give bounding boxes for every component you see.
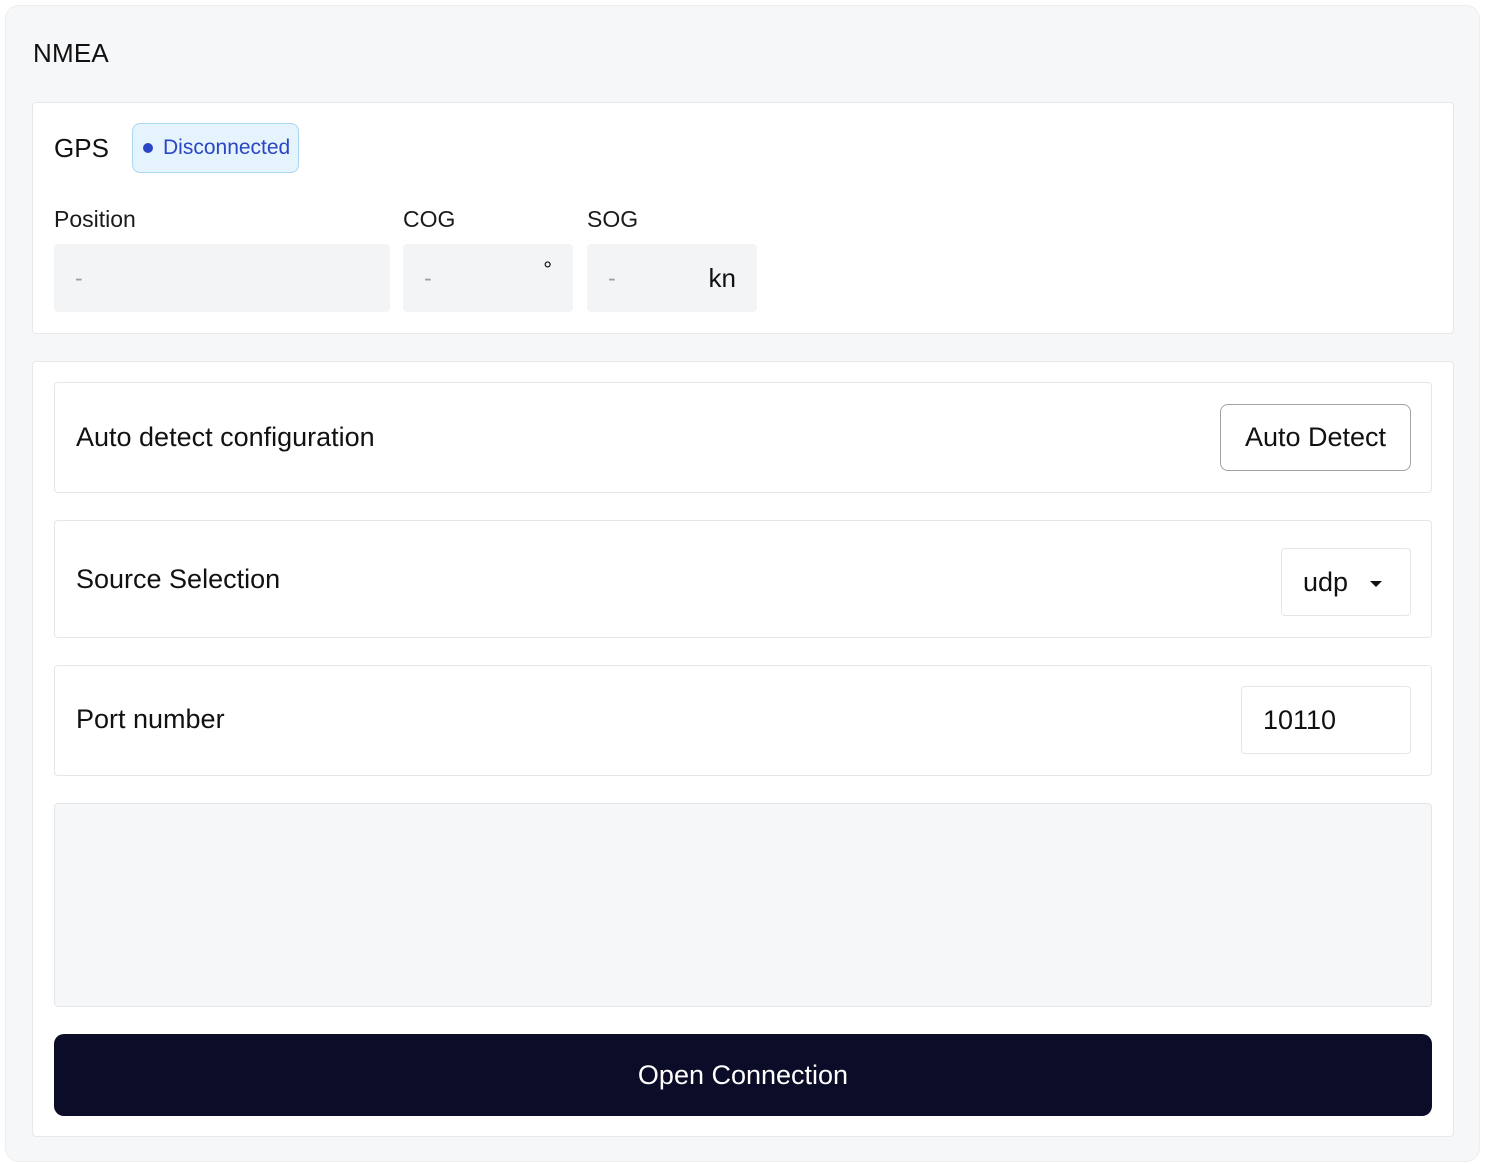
gps-title: GPS (54, 133, 109, 163)
panel-title: NMEA (33, 38, 109, 68)
cog-value: - (424, 264, 432, 291)
sog-label: SOG (587, 206, 639, 232)
dot-icon (143, 143, 153, 153)
status-label: Disconnected (163, 136, 291, 159)
sog-unit: kn (708, 262, 736, 293)
source-selection-label: Source Selection (76, 564, 281, 594)
port-number-row: Port number (54, 665, 1432, 776)
cog-label: COG (403, 206, 456, 232)
sog-value: - (608, 264, 616, 291)
auto-detect-label: Auto detect configuration (76, 422, 375, 452)
log-output-area (54, 803, 1432, 1007)
nmea-panel: NMEA GPS Disconnected Position COG SOG -… (5, 5, 1480, 1162)
gps-card: GPS Disconnected Position COG SOG - - ° … (32, 102, 1454, 334)
port-number-label: Port number (76, 704, 225, 734)
caret-down-icon (1370, 581, 1382, 587)
auto-detect-row: Auto detect configuration Auto Detect (54, 382, 1432, 493)
position-field: - (54, 244, 390, 312)
cog-field: - ° (403, 244, 573, 312)
source-select[interactable]: udp (1281, 548, 1411, 616)
port-number-input[interactable] (1241, 686, 1411, 754)
position-label: Position (54, 206, 136, 232)
source-selection-row: Source Selection udp (54, 520, 1432, 638)
connection-card: Auto detect configuration Auto Detect So… (32, 361, 1454, 1137)
source-selected-value: udp (1303, 566, 1349, 597)
status-badge: Disconnected (132, 123, 299, 173)
position-value: - (75, 264, 83, 291)
cog-unit: ° (543, 257, 552, 282)
auto-detect-button[interactable]: Auto Detect (1220, 404, 1411, 471)
open-connection-button[interactable]: Open Connection (54, 1034, 1432, 1116)
sog-field: - kn (587, 244, 757, 312)
